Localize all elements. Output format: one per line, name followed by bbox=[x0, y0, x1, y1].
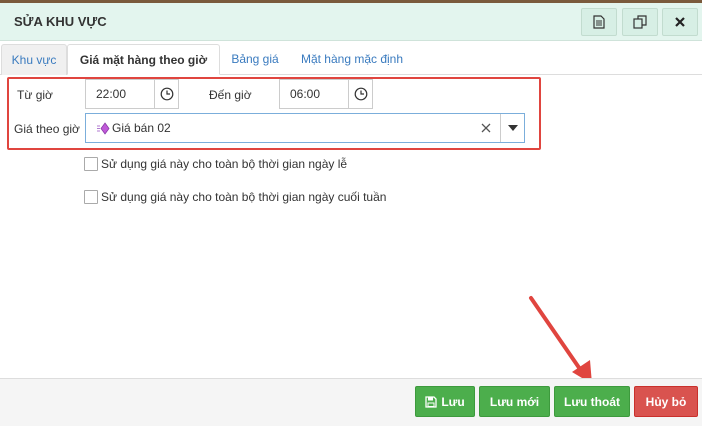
floppy-icon bbox=[425, 395, 437, 408]
from-time-picker-button[interactable] bbox=[154, 80, 178, 108]
cancel-button[interactable]: Hủy bỏ bbox=[634, 386, 698, 417]
close-button[interactable] bbox=[662, 8, 698, 36]
from-time-field[interactable]: 22:00 bbox=[85, 79, 179, 109]
save-button-label: Lưu bbox=[441, 394, 465, 409]
price-label: Giá theo giờ bbox=[14, 122, 80, 136]
price-select-value: Giá bán 02 bbox=[112, 121, 171, 135]
tag-icon bbox=[97, 122, 110, 135]
price-select-dropdown-button[interactable] bbox=[500, 114, 525, 142]
from-time-value[interactable]: 22:00 bbox=[86, 80, 154, 108]
to-time-field[interactable]: 06:00 bbox=[279, 79, 373, 109]
tab-khu-vuc[interactable]: Khu vực bbox=[1, 44, 67, 75]
to-time-picker-button[interactable] bbox=[348, 80, 372, 108]
save-exit-button[interactable]: Lưu thoát bbox=[554, 386, 630, 417]
dialog-header: SỬA KHU VỰC bbox=[0, 3, 702, 41]
dialog-footer: Lưu Lưu mới Lưu thoát Hủy bỏ bbox=[0, 378, 702, 426]
document-button[interactable] bbox=[581, 8, 617, 36]
weekend-checkbox[interactable] bbox=[84, 190, 98, 204]
dialog-title: SỬA KHU VỰC bbox=[14, 14, 107, 29]
clock-icon bbox=[354, 87, 367, 101]
tab-bar: Khu vực Giá mặt hàng theo giờ Bảng giá M… bbox=[0, 44, 702, 75]
save-new-button[interactable]: Lưu mới bbox=[479, 386, 550, 417]
tab-bang-gia[interactable]: Bảng giá bbox=[222, 44, 288, 75]
price-select[interactable]: Giá bán 02 bbox=[85, 113, 525, 143]
to-time-value[interactable]: 06:00 bbox=[280, 80, 348, 108]
annotation-arrow bbox=[529, 296, 592, 384]
copy-button[interactable] bbox=[622, 8, 658, 36]
save-new-button-label: Lưu mới bbox=[489, 394, 540, 409]
cancel-button-label: Hủy bỏ bbox=[645, 394, 687, 409]
holiday-checkbox[interactable] bbox=[84, 157, 98, 171]
save-exit-button-label: Lưu thoát bbox=[563, 394, 620, 409]
from-time-label: Từ giờ bbox=[17, 88, 53, 102]
weekend-checkbox-label[interactable]: Sử dụng giá này cho toàn bộ thời gian ng… bbox=[101, 190, 386, 204]
document-icon bbox=[593, 15, 605, 29]
copy-icon bbox=[633, 15, 647, 29]
clear-icon[interactable] bbox=[479, 121, 493, 135]
holiday-checkbox-label[interactable]: Sử dụng giá này cho toàn bộ thời gian ng… bbox=[101, 157, 347, 171]
clock-icon bbox=[160, 87, 173, 101]
save-button[interactable]: Lưu bbox=[415, 386, 475, 417]
tab-mat-hang-mac-dinh[interactable]: Mặt hàng mặc định bbox=[292, 44, 412, 75]
to-time-label: Đến giờ bbox=[209, 88, 252, 102]
caret-down-icon bbox=[508, 125, 518, 131]
tab-gia-mat-hang-theo-gio[interactable]: Giá mặt hàng theo giờ bbox=[67, 44, 220, 75]
close-icon bbox=[675, 17, 685, 27]
